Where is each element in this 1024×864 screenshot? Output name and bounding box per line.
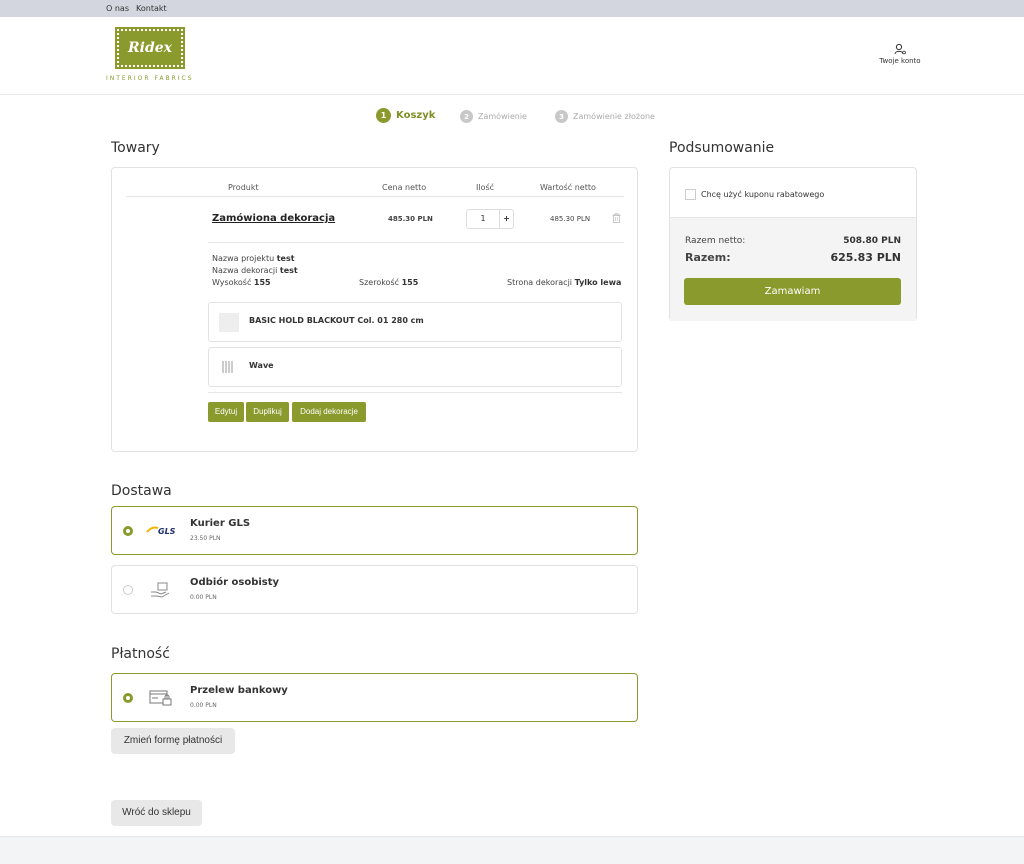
component-fabric: BASIC HOLD BLACKOUT Col. 01 280 cm [208,302,622,342]
height-label: Wysokość [212,278,252,287]
radio-selected[interactable] [123,526,133,536]
payment-price: 0.00 PLN [190,702,217,709]
quantity-input[interactable]: 1 [467,210,499,228]
step-number: 2 [460,110,473,123]
side-label: Strona dekoracji [507,278,573,287]
tape-name: Wave [249,361,274,370]
delivery-option-pickup[interactable]: Odbiór osobisty 0.00 PLN [111,565,638,614]
quantity-plus-button[interactable]: + [499,210,513,228]
top-bar: O nas Kontakt [0,0,1024,17]
contact-link[interactable]: Kontakt [136,0,167,17]
wave-tape-icon [222,361,233,373]
project-value: test [276,254,295,263]
footer [0,836,1024,864]
delivery-price: 0.00 PLN [190,594,217,601]
col-product: Produkt [228,183,259,192]
total-value: 625.83 PLN [830,251,901,264]
component-tape: Wave [208,347,622,387]
cart-card: Produkt Cena netto Ilość Wartość netto Z… [111,167,638,452]
logo-text: Ridex [128,40,172,56]
header: Ridex INTERIOR FABRICS Twoje konto [0,17,1024,95]
gls-logo-icon: GLS [146,526,176,536]
edit-button[interactable]: Edytuj [208,402,244,422]
delivery-price: 23.50 PLN [190,535,221,542]
col-net-price: Cena netto [382,183,427,192]
side-value: Tylko lewa [574,278,622,287]
fabric-name: BASIC HOLD BLACKOUT Col. 01 280 cm [249,316,424,325]
step-number: 3 [555,110,568,123]
width-label: Szerokość [359,278,400,287]
delivery-name: Kurier GLS [190,518,251,529]
about-link[interactable]: O nas [106,0,129,17]
step-label: Zamówienie złożone [573,112,655,121]
project-label: Nazwa projektu [212,254,275,263]
checkout-steps: 1 Koszyk 2 Zamówienie 3 Zamówienie złożo… [0,108,1024,126]
payment-name: Przelew bankowy [190,685,288,696]
user-icon [894,43,906,55]
delivery-name: Odbiór osobisty [190,577,280,588]
step-number: 1 [376,108,391,123]
change-payment-button[interactable]: Zmień formę płatności [111,728,235,754]
width-info: Szerokość 155 [359,278,418,287]
payment-heading: Płatność [111,646,170,662]
product-value: 485.30 PLN [550,215,591,223]
account-link[interactable]: Twoje konto [870,43,930,65]
step-label: Koszyk [396,110,436,121]
width-value: 155 [401,278,419,287]
delivery-heading: Dostawa [111,483,172,499]
logo-subtitle: INTERIOR FABRICS [106,75,194,82]
product-name-link[interactable]: Zamówiona dekoracja [212,213,335,224]
product-price: 485.30 PLN [388,215,433,223]
bank-transfer-icon [149,690,172,706]
height-value: 155 [253,278,271,287]
decoration-value: test [279,266,298,275]
divider [208,392,622,393]
net-total-label: Razem netto: [685,236,746,246]
summary-totals [670,217,916,321]
quantity-stepper: 1 + [466,209,514,229]
side-info: Strona dekoracji Tylko lewa [507,278,621,287]
radio-selected[interactable] [123,693,133,703]
delivery-option-gls[interactable]: GLS Kurier GLS 23.50 PLN [111,506,638,555]
add-decoration-button[interactable]: Dodaj dekoracje [292,402,366,422]
col-net-value: Wartość netto [540,183,596,192]
step-order-placed[interactable]: 3 Zamówienie złożone [555,110,655,123]
fabric-thumbnail [219,313,239,332]
duplicate-button[interactable]: Duplikuj [246,402,289,422]
logo[interactable]: Ridex [115,27,185,69]
project-name: Nazwa projektu test [212,254,295,263]
goods-heading: Towary [111,140,160,156]
col-quantity: Ilość [476,183,495,192]
payment-option-transfer[interactable]: Przelew bankowy 0.00 PLN [111,673,638,722]
divider [208,242,624,243]
trash-icon[interactable] [612,213,621,223]
coupon-checkbox[interactable] [685,189,696,200]
decoration-name: Nazwa dekoracji test [212,266,298,275]
divider [126,196,624,197]
decoration-label: Nazwa dekoracji [212,266,278,275]
net-total-value: 508.80 PLN [843,236,901,246]
back-to-shop-button[interactable]: Wróć do sklepu [111,800,202,826]
account-label: Twoje konto [879,57,921,65]
step-cart[interactable]: 1 Koszyk [376,108,435,123]
radio-unselected[interactable] [123,585,133,595]
coupon-label: Chcę użyć kuponu rabatowego [701,190,825,199]
height-info: Wysokość 155 [212,278,271,287]
summary-heading: Podsumowanie [669,140,775,156]
step-order[interactable]: 2 Zamówienie [460,110,527,123]
hand-package-icon [151,582,170,598]
total-label: Razem: [685,251,731,264]
step-label: Zamówienie [478,112,527,121]
svg-text:GLS: GLS [158,527,176,536]
place-order-button[interactable]: Zamawiam [684,278,901,305]
